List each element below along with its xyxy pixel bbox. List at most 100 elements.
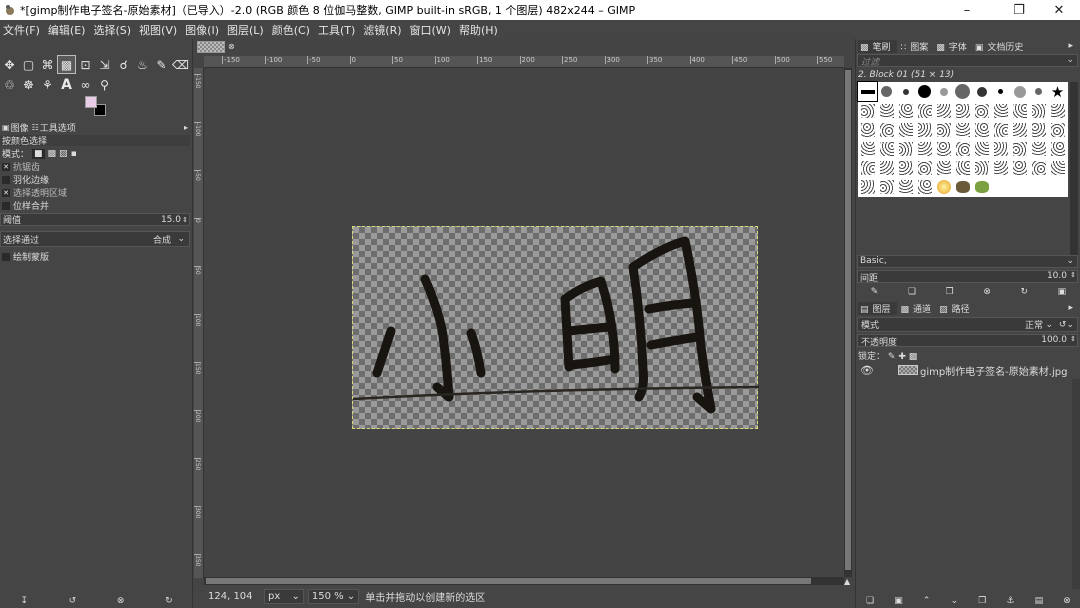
brush-cell[interactable] <box>1029 139 1048 158</box>
layer-name[interactable]: gimp制作电子签名-原始素材.jpg <box>920 363 1067 378</box>
refresh-brush-icon[interactable]: ↻ <box>1020 287 1028 297</box>
threshold-value[interactable]: 15.0 <box>161 215 181 225</box>
brush-cell[interactable] <box>1048 158 1067 177</box>
zoom-selector[interactable]: 150 % ⌄ <box>307 589 360 604</box>
restore-options-icon[interactable]: ↺ <box>69 596 77 606</box>
menu-file[interactable]: 文件(F) <box>3 22 40 38</box>
select-transparent-checkbox[interactable]: ✕ <box>2 188 10 197</box>
brush-cell[interactable] <box>1029 158 1048 177</box>
dock-menu-icon[interactable]: ▸ <box>1068 303 1073 313</box>
smudge-icon[interactable]: ☸ <box>19 75 38 94</box>
brush-cell[interactable] <box>953 177 972 196</box>
anchor-layer-icon[interactable]: ⚓ <box>1006 596 1014 606</box>
brush-cell[interactable] <box>896 101 915 120</box>
brush-cell[interactable] <box>991 120 1010 139</box>
brush-cell[interactable] <box>877 120 896 139</box>
brush-cell[interactable] <box>877 101 896 120</box>
menu-colors[interactable]: 颜色(C) <box>272 22 310 38</box>
sample-merged-option[interactable]: 位样合并 <box>0 200 190 212</box>
tab-channels[interactable]: ▩ 通道 <box>901 302 936 315</box>
brush-grid[interactable]: ★ <box>857 81 1068 197</box>
sample-merged-checkbox[interactable] <box>2 201 10 210</box>
brush-filter-input[interactable]: 过滤 ⌄ <box>857 54 1078 68</box>
brush-cell[interactable]: ★ <box>1048 82 1067 101</box>
select-by-dropdown[interactable]: 选择通过 合成 ⌄ <box>0 231 190 247</box>
delete-layer-icon[interactable]: ⊗ <box>1063 596 1071 606</box>
dock-menu-icon[interactable]: ▸ <box>184 123 188 132</box>
save-options-icon[interactable]: ↧ <box>20 596 28 606</box>
brush-cell[interactable] <box>1048 101 1067 120</box>
mask-layer-icon[interactable]: ▤ <box>1035 596 1044 606</box>
fg-color-swatch[interactable] <box>85 96 97 108</box>
brush-cell[interactable] <box>953 82 972 101</box>
tab-layers[interactable]: ▤ 图层 <box>858 301 897 315</box>
brush-cell[interactable] <box>972 101 991 120</box>
mode-intersect-icon[interactable]: ▪ <box>71 149 77 159</box>
brush-cell[interactable] <box>896 120 915 139</box>
brush-cell[interactable] <box>953 120 972 139</box>
minimize-icon[interactable]: – <box>944 0 990 20</box>
brush-cell[interactable] <box>991 158 1010 177</box>
dock-menu-icon[interactable]: ▸ <box>1068 41 1073 51</box>
brush-cell[interactable] <box>953 101 972 120</box>
brush-cell[interactable] <box>1010 177 1029 196</box>
tab-tool-options[interactable]: 工具选项 <box>40 121 76 134</box>
brush-cell[interactable] <box>934 82 953 101</box>
spinner-arrows-icon[interactable]: ⇕ <box>1070 271 1076 279</box>
fuzzy-select-icon[interactable]: ▩ <box>57 55 76 74</box>
threshold-spinner[interactable]: 阈值 15.0 ⇕ <box>0 213 190 226</box>
duplicate-brush-icon[interactable]: ❐ <box>946 287 954 297</box>
brush-cell[interactable] <box>858 158 877 177</box>
crop-icon[interactable]: ⊡ <box>76 55 95 74</box>
brush-cell[interactable] <box>896 139 915 158</box>
edit-brush-icon[interactable]: ✎ <box>871 287 879 297</box>
brush-cell[interactable] <box>915 177 934 196</box>
brush-cell[interactable] <box>915 158 934 177</box>
antialias-checkbox[interactable]: ✕ <box>2 162 10 171</box>
brush-cell[interactable] <box>934 101 953 120</box>
brush-cell[interactable] <box>877 158 896 177</box>
brush-cell[interactable] <box>972 177 991 196</box>
draw-mask-option[interactable]: 绘制蒙版 <box>0 251 190 263</box>
brush-cell[interactable] <box>991 177 1010 196</box>
close-tab-icon[interactable]: ⊗ <box>228 42 235 51</box>
brush-cell[interactable] <box>1029 120 1048 139</box>
opacity-spinner[interactable]: 不透明度 100.0 ⇕ <box>857 334 1078 348</box>
tab-paths[interactable]: ▨ 路径 <box>939 302 974 315</box>
menu-help[interactable]: 帮助(H) <box>459 22 498 38</box>
paintbrush-icon[interactable]: ✎ <box>152 55 171 74</box>
brush-cell[interactable] <box>991 101 1010 120</box>
menu-layer[interactable]: 图层(L) <box>227 22 264 38</box>
draw-mask-checkbox[interactable] <box>2 252 10 261</box>
rect-select-icon[interactable]: ▢ <box>19 55 38 74</box>
brush-cell[interactable] <box>857 81 878 102</box>
menu-image[interactable]: 图像(I) <box>185 22 219 38</box>
brush-cell[interactable] <box>858 139 877 158</box>
brush-cell[interactable] <box>1010 139 1029 158</box>
brush-cell[interactable] <box>915 120 934 139</box>
brush-cell[interactable] <box>1029 101 1048 120</box>
open-brush-icon[interactable]: ▣ <box>1058 287 1067 297</box>
tab-fonts[interactable]: ▩ 字体 <box>936 40 971 53</box>
clone-icon[interactable]: ♲ <box>0 75 19 94</box>
brush-cell[interactable] <box>1010 158 1029 177</box>
lasso-icon[interactable]: ⌘ <box>38 55 57 74</box>
zoom-icon[interactable]: ⚲ <box>95 75 114 94</box>
brush-cell[interactable] <box>991 82 1010 101</box>
brush-cell[interactable] <box>877 177 896 196</box>
brush-cell[interactable] <box>858 120 877 139</box>
delete-options-icon[interactable]: ⊗ <box>117 596 125 606</box>
brush-cell[interactable] <box>1048 139 1067 158</box>
layer-mode-row[interactable]: 模式 正常 ⌄ ↺⌄ <box>857 317 1078 332</box>
brush-cell[interactable] <box>1010 101 1029 120</box>
layer-row[interactable]: 👁 gimp制作电子签名-原始素材.jpg <box>856 361 1080 379</box>
image-tab-thumbnail[interactable] <box>197 41 225 53</box>
brush-cell[interactable] <box>1048 120 1067 139</box>
new-layer-icon[interactable]: ▣ <box>894 596 903 606</box>
spinner-arrows-icon[interactable]: ⇕ <box>182 216 188 224</box>
brush-scrollbar[interactable] <box>1070 82 1078 257</box>
brush-cell[interactable] <box>896 82 915 101</box>
brush-cell[interactable] <box>896 177 915 196</box>
tab-brushes[interactable]: ▩ 笔刷 <box>858 39 897 53</box>
brush-cell[interactable] <box>972 120 991 139</box>
